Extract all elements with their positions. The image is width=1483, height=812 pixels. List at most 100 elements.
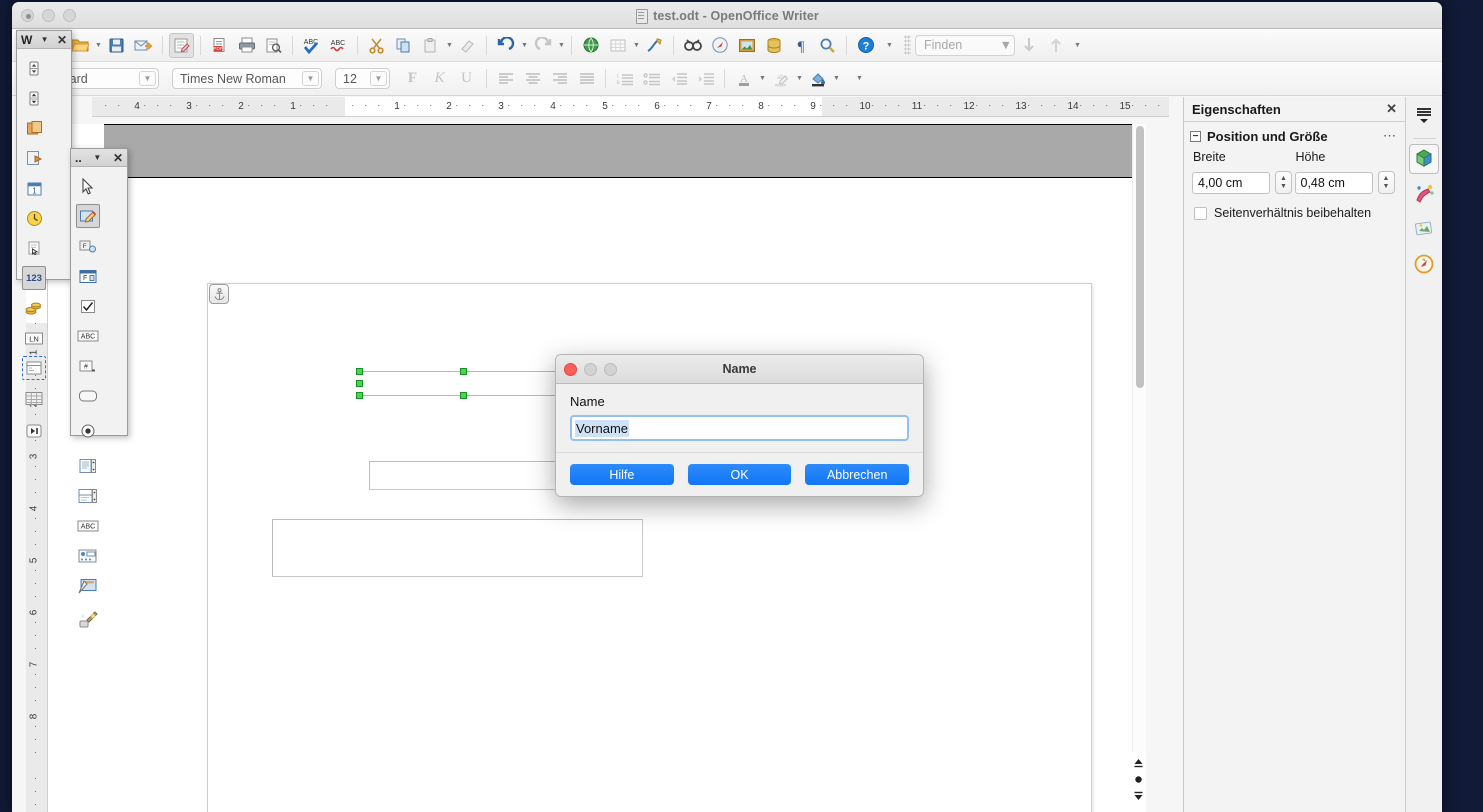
form-option-button[interactable] [76,419,100,443]
increase-indent-button[interactable] [666,66,691,91]
show-draw-functions-button[interactable] [642,33,667,58]
selection-handle[interactable] [460,392,467,399]
edit-mode-button[interactable] [169,32,194,58]
collapse-icon[interactable]: − [1190,130,1201,142]
form-navigation-bar[interactable] [22,419,46,443]
toolbar-dropdown-icon[interactable]: ▼ [41,35,49,44]
align-center-button[interactable] [520,66,545,91]
clone-formatting-button[interactable] [455,33,480,58]
name-dialog[interactable]: Name Name Vorname Hilfe OK Abbrechen [555,354,924,497]
align-right-button[interactable] [547,66,572,91]
form-field-bottom[interactable] [272,519,643,577]
page-navigation-buttons[interactable] [1131,757,1145,804]
formatting-marks-button[interactable]: ¶ [788,33,813,58]
open-document-dropdown-icon[interactable]: ▼ [94,42,103,49]
form-check-box[interactable] [76,294,100,318]
height-stepper[interactable]: ▲ ▼ [1377,171,1395,194]
horizontal-ruler[interactable]: 4 3 2 1 1 2 3 4 5 6 7 8 9 10 11 12 13 14 15 · · · · · · · · · · · · · · ·… [92,97,1169,117]
paste-dropdown-icon[interactable]: ▼ [445,42,454,49]
highlight-dropdown-icon[interactable]: ▼ [795,75,804,82]
sidebar-tab-styles[interactable] [1409,214,1439,244]
form-design-button[interactable] [76,574,100,598]
bold-button[interactable]: F [400,66,425,91]
find-previous-button[interactable] [1043,33,1068,58]
find-next-button[interactable] [1016,33,1041,58]
vertical-scrollbar[interactable] [1132,124,1146,752]
navigator-button[interactable] [707,33,732,58]
data-sources-button[interactable] [761,33,786,58]
scroll-next-page-icon[interactable] [1132,791,1145,804]
name-input[interactable]: Vorname [570,415,909,441]
form-grid-control[interactable] [22,386,46,410]
spelling-button[interactable]: ABC [299,33,324,58]
form-more-controls[interactable] [76,544,100,568]
dialog-window-controls[interactable] [564,363,617,376]
form-file-selection[interactable] [22,236,46,260]
font-size-combo[interactable]: 12 ▼ [335,68,390,89]
redo-dropdown-icon[interactable]: ▼ [557,42,566,49]
undo-dropdown-icon[interactable]: ▼ [520,42,529,49]
form-image-control[interactable] [22,146,46,170]
form-group-box[interactable] [22,116,46,140]
position-and-size-section-header[interactable]: − Position und Größe ⋯ [1184,122,1405,146]
form-controls-toolbar[interactable]: .. ▼ ✕ F F ABC # ABC [70,148,128,627]
form-numerical-field[interactable]: 123 [22,266,46,290]
gallery-button[interactable] [734,33,759,58]
print-button[interactable] [234,33,259,58]
dialog-maximize-button[interactable] [604,363,617,376]
form-pattern-field[interactable]: LN [22,326,46,350]
help-button[interactable]: Hilfe [570,464,674,485]
form-wizards-button[interactable] [76,607,100,631]
autospellcheck-button[interactable]: ABC [326,33,351,58]
formatting-toolbar-overflow-icon[interactable]: ▼ [855,75,864,82]
width-stepper[interactable]: ▲ ▼ [1275,171,1292,194]
redo-button[interactable] [530,33,555,58]
form-controls-toolbar-header[interactable]: .. ▼ ✕ [71,149,127,167]
sidebar-menu-icon[interactable] [1409,101,1439,131]
form-table-control[interactable] [22,356,46,380]
align-justified-button[interactable] [574,66,599,91]
undo-button[interactable] [493,33,518,58]
sidebar-tab-navigator[interactable]: N [1409,249,1439,279]
selection-handle[interactable] [356,380,363,387]
select-tool[interactable] [76,174,100,198]
design-mode-button[interactable] [76,204,100,228]
form-text-box-abc[interactable]: ABC [76,324,100,348]
form-currency-field[interactable] [22,296,46,320]
toolbar-dropdown-icon[interactable]: ▼ [93,153,101,162]
form-combo-box[interactable] [76,484,100,508]
form-toolbar-header[interactable]: W ▼ ✕ [17,31,71,49]
unordered-list-button[interactable] [639,66,664,91]
dialog-minimize-button[interactable] [584,363,597,376]
find-dropdown-icon[interactable]: ▼ [1000,38,1012,52]
form-spin-button[interactable] [22,56,46,80]
form-push-button[interactable] [76,384,100,408]
find-toolbar-grip[interactable] [904,35,911,55]
print-preview-button[interactable] [261,33,286,58]
cancel-button[interactable]: Abbrechen [805,464,910,485]
more-options-icon[interactable]: ⋯ [1383,128,1397,144]
decrease-indent-button[interactable] [693,66,718,91]
font-size-dropdown-icon[interactable]: ▼ [370,71,387,86]
insert-table-button[interactable] [605,33,630,58]
keep-ratio-checkbox[interactable] [1194,206,1207,220]
font-color-dropdown-icon[interactable]: ▼ [758,75,767,82]
help-button[interactable]: ? [853,33,878,58]
find-and-replace-button[interactable] [680,33,705,58]
selection-handle[interactable] [356,392,363,399]
close-icon[interactable]: ✕ [57,33,67,47]
form-list-box[interactable] [76,454,100,478]
form-date-field[interactable]: 1 [22,176,46,200]
form-toolbar[interactable]: W ▼ ✕ 1 123 LN [16,30,72,438]
close-icon[interactable]: ✕ [113,151,123,165]
scroll-previous-page-icon[interactable] [1132,757,1145,770]
font-name-combo[interactable]: Times New Roman ▼ [172,68,322,89]
background-color-dropdown-icon[interactable]: ▼ [832,75,841,82]
anchor-icon[interactable] [209,284,229,304]
sidebar-tab-gallery[interactable] [1409,179,1439,209]
cut-button[interactable] [364,33,389,58]
highlight-button[interactable]: ab [768,66,793,91]
navigation-select-icon[interactable] [1132,774,1145,787]
insert-table-dropdown-icon[interactable]: ▼ [632,42,641,49]
selection-handle[interactable] [460,368,467,375]
